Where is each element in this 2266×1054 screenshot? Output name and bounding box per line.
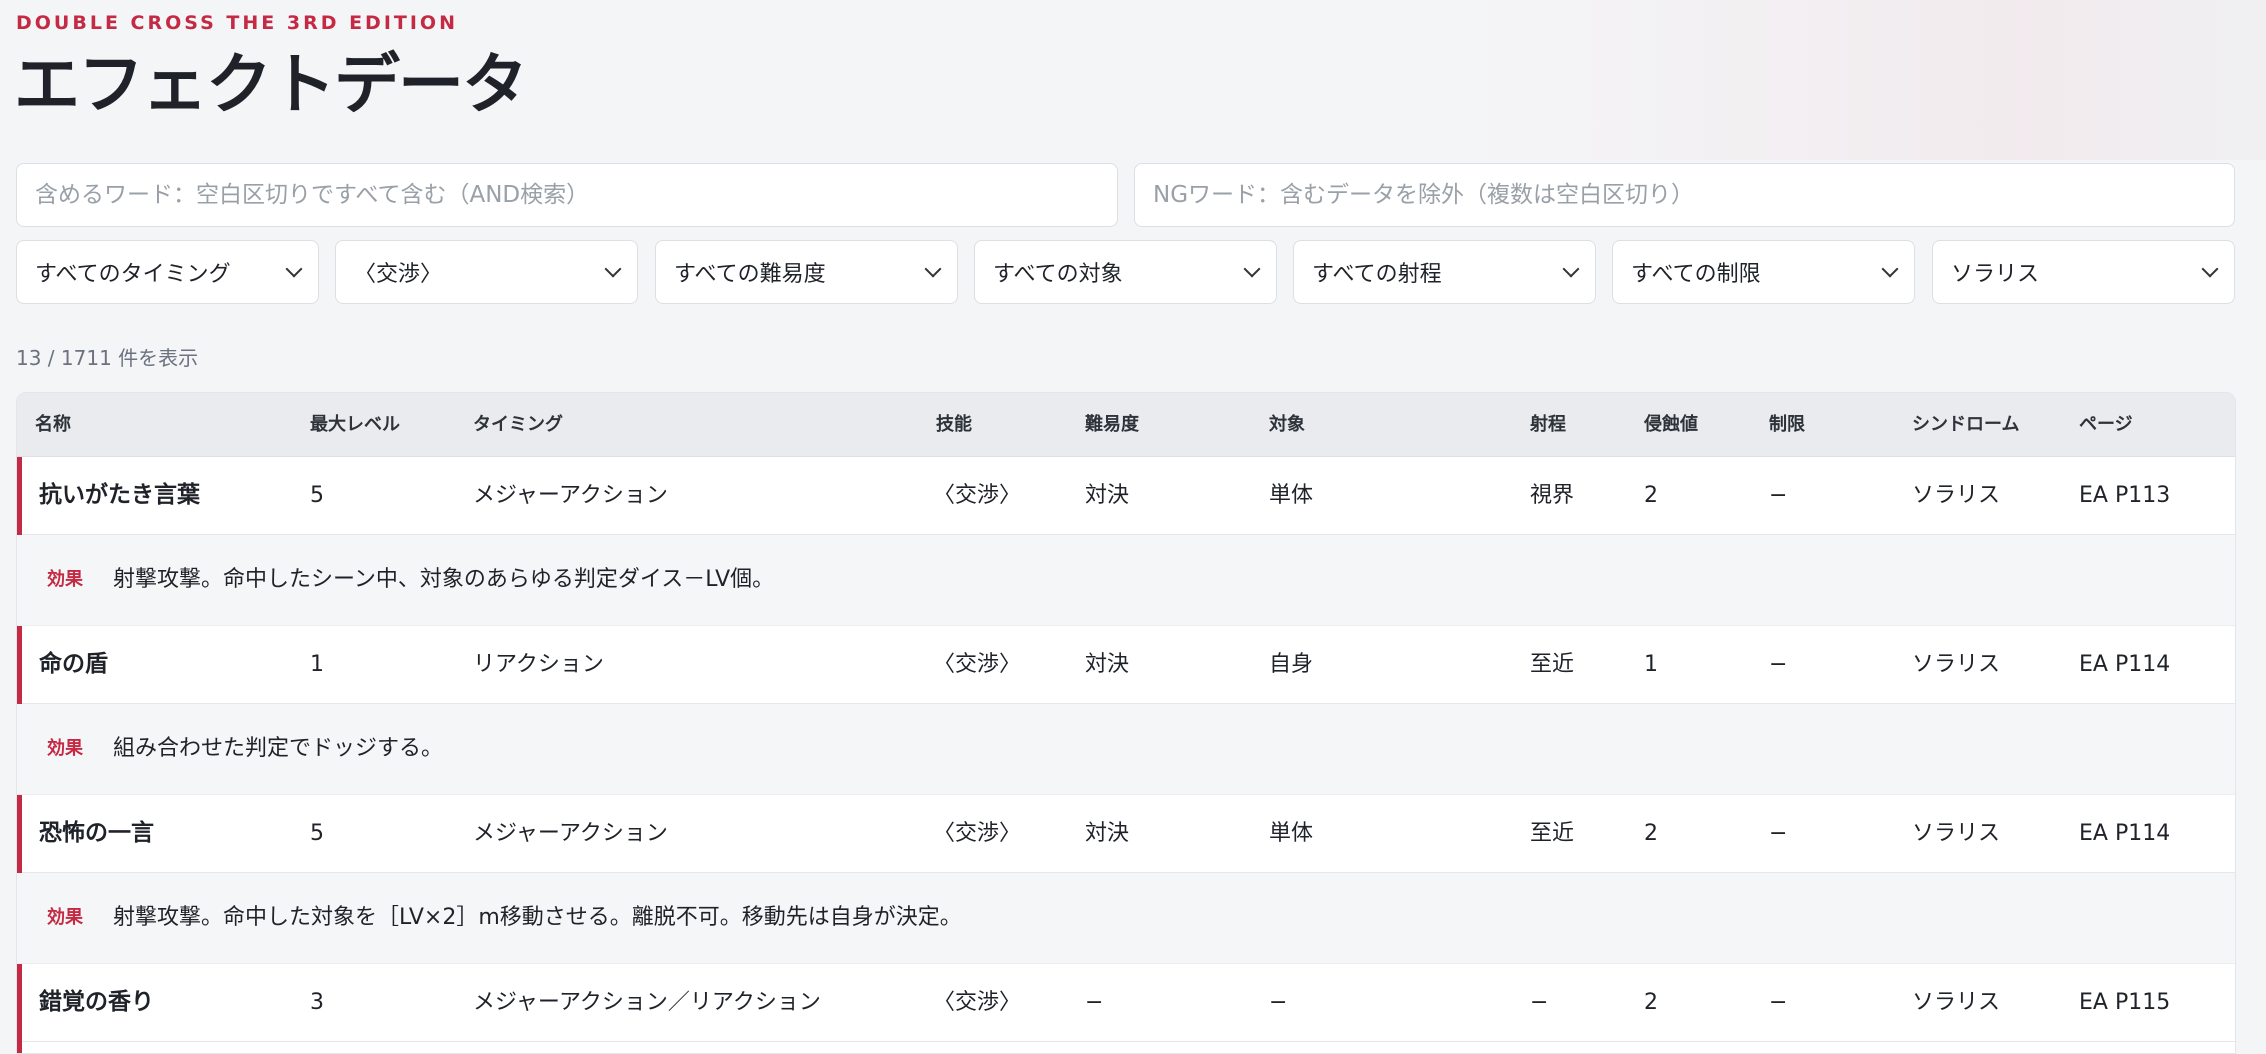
target-filter-value: すべての対象 (993, 262, 1123, 287)
header-max-level[interactable]: 最大レベル (310, 393, 400, 456)
cell-max-level: 5 (310, 483, 324, 508)
table-row[interactable]: 抗いがたき言葉 5 メジャーアクション 〈交渉〉 対決 単体 視界 2 − ソラ… (17, 457, 2235, 625)
cell-range: 至近 (1530, 652, 1575, 677)
cell-erosion: 1 (1644, 652, 1658, 677)
table-row[interactable]: 恐怖の一言 5 メジャーアクション 〈交渉〉 対決 単体 至近 2 − ソラリス… (17, 795, 2235, 963)
cell-page: EA P113 (2079, 483, 2171, 508)
header-erosion[interactable]: 侵蝕値 (1644, 393, 1698, 456)
range-filter-select[interactable]: すべての射程 (1293, 240, 1596, 304)
chevron-down-icon (604, 260, 622, 278)
chevron-down-icon (1243, 260, 1261, 278)
limit-filter-select[interactable]: すべての制限 (1612, 240, 1915, 304)
effect-row: 効果 射撃攻撃。命中した対象を［LV×2］m移動させる。離脱不可。移動先は自身が… (17, 873, 2235, 964)
exclude-search-input[interactable] (1134, 163, 2235, 227)
cell-range: − (1530, 990, 1549, 1015)
effect-table: 名称 最大レベル タイミング 技能 難易度 対象 射程 侵蝕値 制限 シンドロー… (16, 392, 2236, 1054)
effect-text: 射撃攻撃。命中したシーン中、対象のあらゆる判定ダイス－LV個。 (113, 567, 775, 592)
cell-timing: メジャーアクション／リアクション (473, 990, 821, 1015)
cell-limit: − (1769, 990, 1788, 1015)
cell-limit: − (1769, 483, 1788, 508)
chevron-down-icon (2201, 260, 2219, 278)
timing-filter-select[interactable]: すべてのタイミング (16, 240, 319, 304)
skill-filter-value: 〈交渉〉 (354, 262, 443, 287)
header-limit[interactable]: 制限 (1769, 393, 1805, 456)
chevron-down-icon (1881, 260, 1899, 278)
header-timing[interactable]: タイミング (473, 393, 563, 456)
cell-limit: − (1769, 821, 1788, 846)
header-skill[interactable]: 技能 (936, 393, 972, 456)
cell-page: EA P114 (2079, 652, 2171, 677)
cell-difficulty: − (1085, 990, 1104, 1015)
cell-difficulty: 対決 (1085, 652, 1130, 677)
cell-syndrome: ソラリス (1912, 483, 2001, 508)
cell-range: 視界 (1530, 483, 1575, 508)
target-filter-select[interactable]: すべての対象 (974, 240, 1277, 304)
cell-max-level: 1 (310, 652, 324, 677)
cell-target: 自身 (1269, 652, 1314, 677)
cell-timing: リアクション (473, 652, 604, 677)
cell-erosion: 2 (1644, 821, 1658, 846)
table-row[interactable]: 錯覚の香り 3 メジャーアクション／リアクション 〈交渉〉 − − − 2 − … (17, 964, 2235, 1053)
chevron-down-icon (285, 260, 303, 278)
cell-name: 恐怖の一言 (39, 820, 154, 846)
cell-skill: 〈交渉〉 (933, 990, 1022, 1015)
cell-max-level: 5 (310, 821, 324, 846)
cell-name: 命の盾 (39, 651, 108, 677)
cell-timing: メジャーアクション (473, 483, 668, 508)
range-filter-value: すべての射程 (1312, 262, 1442, 287)
effect-label: 効果 (47, 738, 83, 759)
header-syndrome[interactable]: シンドローム (1912, 393, 2019, 456)
include-search-input[interactable] (16, 163, 1118, 227)
cell-range: 至近 (1530, 821, 1575, 846)
cell-syndrome: ソラリス (1912, 990, 2001, 1015)
header-page[interactable]: ページ (2079, 393, 2133, 456)
cell-page: EA P114 (2079, 821, 2171, 846)
cell-difficulty: 対決 (1085, 483, 1130, 508)
header-background-glow (1466, 0, 2266, 160)
cell-skill: 〈交渉〉 (933, 821, 1022, 846)
effect-label: 効果 (47, 569, 83, 590)
cell-target: − (1269, 990, 1288, 1015)
cell-name: 抗いがたき言葉 (39, 482, 200, 508)
effect-label: 効果 (47, 907, 83, 928)
brand-label: DOUBLE CROSS THE 3RD EDITION (16, 12, 458, 34)
cell-skill: 〈交渉〉 (933, 652, 1022, 677)
cell-target: 単体 (1269, 483, 1314, 508)
chevron-down-icon (924, 260, 942, 278)
difficulty-filter-value: すべての難易度 (674, 262, 826, 287)
cell-page: EA P115 (2079, 990, 2171, 1015)
cell-erosion: 2 (1644, 990, 1658, 1015)
table-row[interactable]: 命の盾 1 リアクション 〈交渉〉 対決 自身 至近 1 − ソラリス EA P… (17, 626, 2235, 794)
difficulty-filter-select[interactable]: すべての難易度 (655, 240, 958, 304)
header-difficulty[interactable]: 難易度 (1085, 393, 1139, 456)
timing-filter-value: すべてのタイミング (35, 262, 231, 287)
header-target[interactable]: 対象 (1269, 393, 1305, 456)
cell-skill: 〈交渉〉 (933, 483, 1022, 508)
cell-erosion: 2 (1644, 483, 1658, 508)
header-name[interactable]: 名称 (35, 393, 71, 456)
effect-text: 射撃攻撃。命中した対象を［LV×2］m移動させる。離脱不可。移動先は自身が決定。 (113, 905, 962, 930)
result-count: 13 / 1711 件を表示 (16, 346, 199, 370)
effect-row: 効果 組み合わせた判定でドッジする。 (17, 704, 2235, 795)
cell-max-level: 3 (310, 990, 324, 1015)
syndrome-filter-value: ソラリス (1951, 262, 2040, 287)
cell-target: 単体 (1269, 821, 1314, 846)
cell-limit: − (1769, 652, 1788, 677)
syndrome-filter-select[interactable]: ソラリス (1932, 240, 2235, 304)
chevron-down-icon (1562, 260, 1580, 278)
effect-row: 効果 射撃攻撃。命中したシーン中、対象のあらゆる判定ダイス－LV個。 (17, 535, 2235, 626)
cell-name: 錯覚の香り (39, 989, 154, 1015)
page-title: エフェクトデータ (14, 46, 528, 123)
cell-difficulty: 対決 (1085, 821, 1130, 846)
limit-filter-value: すべての制限 (1631, 262, 1761, 287)
header-range[interactable]: 射程 (1530, 393, 1566, 456)
cell-syndrome: ソラリス (1912, 652, 2001, 677)
skill-filter-select[interactable]: 〈交渉〉 (335, 240, 638, 304)
cell-timing: メジャーアクション (473, 821, 668, 846)
effect-text: 組み合わせた判定でドッジする。 (113, 736, 444, 761)
table-header: 名称 最大レベル タイミング 技能 難易度 対象 射程 侵蝕値 制限 シンドロー… (17, 393, 2235, 457)
cell-syndrome: ソラリス (1912, 821, 2001, 846)
